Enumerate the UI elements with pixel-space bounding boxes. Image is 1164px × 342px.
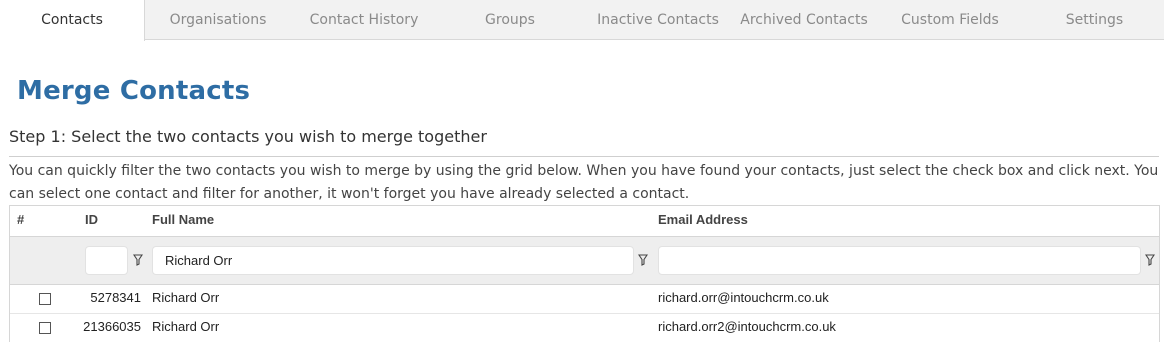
funnel-icon[interactable] xyxy=(133,254,143,266)
contact-id: 5278341 xyxy=(90,290,141,305)
tab-archived-contacts[interactable]: Archived Contacts xyxy=(733,0,875,40)
filter-row xyxy=(10,237,1159,285)
page-title: Merge Contacts xyxy=(17,76,251,106)
column-header-email[interactable]: Email Address xyxy=(658,206,748,237)
tab-organisations[interactable]: Organisations xyxy=(145,0,291,40)
grid-header: # ID Full Name Email Address xyxy=(10,206,1159,237)
column-header-select[interactable]: # xyxy=(17,206,24,237)
column-header-id[interactable]: ID xyxy=(85,206,98,237)
contact-email: richard.orr2@intouchcrm.co.uk xyxy=(658,319,836,334)
contact-full-name: Richard Orr xyxy=(152,319,220,334)
tab-groups[interactable]: Groups xyxy=(437,0,583,40)
table-row[interactable]: 21366035 Richard Orr richard.orr2@intouc… xyxy=(10,314,1159,342)
tab-inactive-contacts[interactable]: Inactive Contacts xyxy=(583,0,733,40)
instructions-text: You can quickly filter the two contacts … xyxy=(9,163,1159,202)
column-header-full-name[interactable]: Full Name xyxy=(152,206,214,237)
funnel-icon[interactable] xyxy=(1145,254,1155,266)
table-row[interactable]: 5278341 Richard Orr richard.orr@intouchc… xyxy=(10,285,1159,314)
tab-settings[interactable]: Settings xyxy=(1025,0,1164,40)
tab-contacts[interactable]: Contacts xyxy=(0,0,145,41)
contact-id: 21366035 xyxy=(83,319,141,334)
tab-custom-fields[interactable]: Custom Fields xyxy=(875,0,1025,40)
tab-contact-history[interactable]: Contact History xyxy=(291,0,437,40)
divider xyxy=(9,156,1159,157)
full-name-filter-input[interactable] xyxy=(152,246,634,275)
tab-bar: Contacts Organisations Contact History G… xyxy=(0,0,1164,41)
id-filter-input[interactable] xyxy=(85,246,128,275)
email-filter-input[interactable] xyxy=(658,246,1141,275)
contact-email: richard.orr@intouchcrm.co.uk xyxy=(658,290,829,305)
contacts-grid: # ID Full Name Email Address 5278341 Ric… xyxy=(9,205,1160,342)
funnel-icon[interactable] xyxy=(638,254,648,266)
contact-full-name: Richard Orr xyxy=(152,290,220,305)
step-heading: Step 1: Select the two contacts you wish… xyxy=(9,127,487,146)
